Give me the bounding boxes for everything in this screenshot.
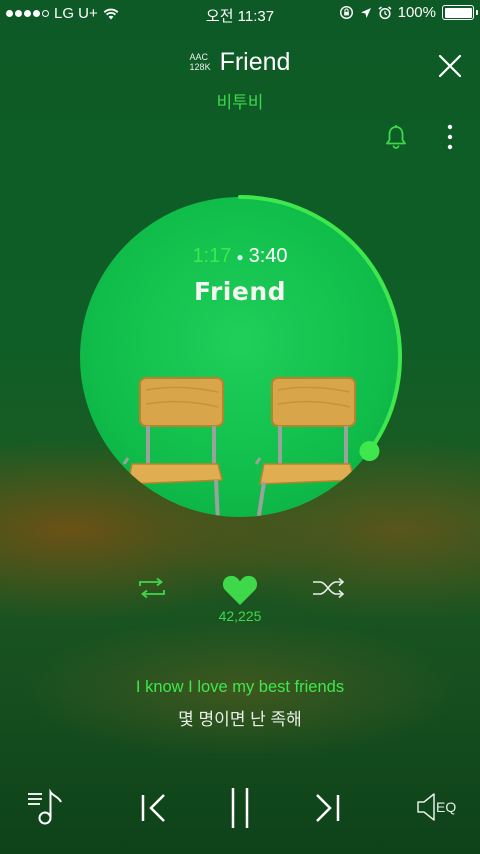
progress-knob[interactable] — [359, 441, 380, 462]
lyric-current-line[interactable]: I know I love my best friends — [0, 678, 480, 697]
next-icon[interactable] — [313, 792, 341, 824]
eq-button[interactable]: EQ — [416, 792, 456, 822]
eq-icon — [417, 793, 435, 821]
shuffle-icon[interactable] — [312, 577, 346, 599]
artist-name[interactable]: 비투비 — [0, 88, 480, 113]
close-icon[interactable] — [436, 52, 464, 80]
pause-icon[interactable] — [228, 786, 252, 830]
song-actions: 42,225 — [0, 572, 480, 632]
repeat-icon[interactable] — [136, 577, 168, 599]
more-icon[interactable] — [445, 124, 455, 150]
bell-icon[interactable] — [385, 124, 407, 150]
playback-controls: EQ — [0, 784, 480, 832]
previous-icon[interactable] — [140, 792, 168, 824]
audio-quality-badge: AAC 128K — [189, 52, 211, 72]
progress-arc — [238, 195, 402, 454]
heart-icon[interactable] — [222, 574, 258, 606]
status-bar: LG U+ 오전 11:37 100% — [0, 0, 480, 28]
like-count: 42,225 — [218, 608, 262, 624]
rotation-lock-icon — [339, 5, 353, 20]
alarm-icon — [378, 5, 392, 19]
battery-icon — [442, 5, 478, 20]
song-header: AAC 128K Friend — [0, 47, 480, 77]
progress-ring[interactable] — [75, 192, 405, 522]
album-player: 1:17 ● 3:40 Friend — [75, 192, 405, 522]
eq-label: EQ — [436, 799, 457, 815]
song-title: Friend — [219, 47, 291, 76]
lyric-next-line[interactable]: 몇 명이면 난 족해 — [0, 705, 480, 730]
battery-percent: 100% — [397, 4, 436, 21]
playlist-icon[interactable] — [26, 788, 66, 828]
location-icon — [360, 7, 371, 18]
